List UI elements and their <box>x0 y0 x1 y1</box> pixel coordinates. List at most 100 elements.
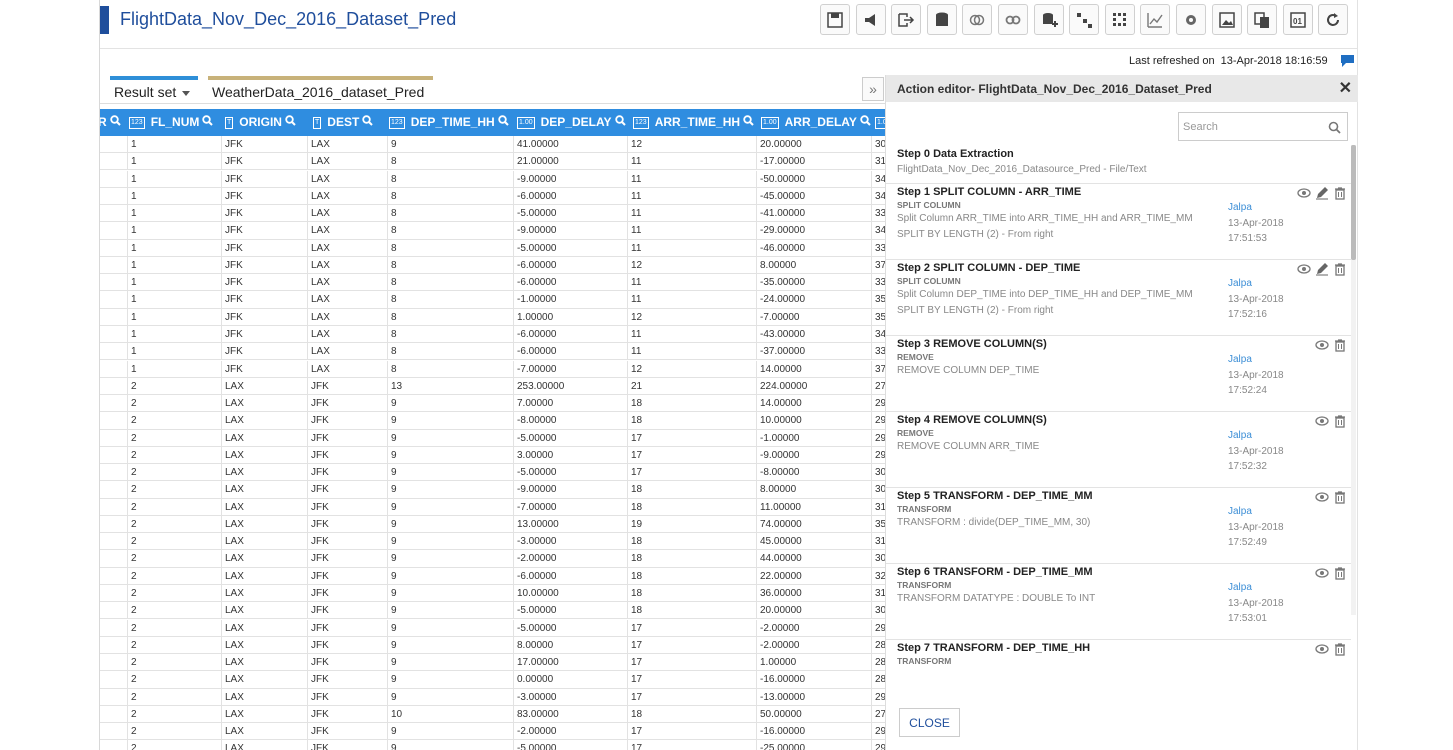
column-header-fl-num[interactable]: 123 FL_NUM <box>129 109 214 136</box>
eye-icon[interactable] <box>1315 566 1329 580</box>
table-cell: JFK <box>221 239 307 257</box>
column-header-dep-delay[interactable]: 1.00 DEP_DELAY <box>517 109 626 136</box>
table-cell: 9 <box>387 671 513 689</box>
table-cell: JFK <box>307 619 387 637</box>
panel-scrollbar[interactable] <box>1351 145 1356 615</box>
eye-icon[interactable] <box>1297 262 1311 276</box>
table-cell: -37.00000 <box>756 343 871 361</box>
trash-icon[interactable] <box>1333 186 1347 200</box>
step-item[interactable]: Step 3 REMOVE COLUMN(S) REMOVE REMOVE COLU… <box>886 335 1351 412</box>
database-button[interactable] <box>926 4 957 35</box>
hierarchy-button[interactable] <box>1069 4 1100 35</box>
close-icon[interactable]: ✕ <box>1339 78 1352 98</box>
table-cell: 74.00000 <box>756 515 871 533</box>
table-cell: 12 <box>627 308 756 326</box>
step-item[interactable]: Step 7 TRANSFORM - DEP_TIME_HH TRANSFORM <box>886 639 1351 670</box>
search-icon[interactable] <box>362 109 374 136</box>
refresh-button[interactable] <box>1318 4 1349 35</box>
table-cell: LAX <box>307 274 387 292</box>
step-item[interactable]: Step 6 TRANSFORM - DEP_TIME_MM TRANSFORM T… <box>886 563 1351 640</box>
expand-panel-button[interactable]: » <box>862 77 884 101</box>
table-cell: 9 <box>387 723 513 741</box>
add-data-button[interactable] <box>1033 4 1064 35</box>
step-category: TRANSFORM <box>897 580 952 590</box>
step-item[interactable]: Step 4 REMOVE COLUMN(S) REMOVE REMOVE COLU… <box>886 411 1351 488</box>
table-cell <box>100 499 127 516</box>
grid-button[interactable] <box>1104 4 1135 35</box>
pencil-icon[interactable] <box>1315 262 1329 276</box>
eye-icon[interactable] <box>1315 490 1329 504</box>
add-data-icon <box>1042 12 1058 27</box>
table-cell: -2.00000 <box>513 550 627 568</box>
table-row: 2LAXJFK1083.000001850.0000027 <box>100 705 885 724</box>
column-header-origin[interactable]: T ORIGIN <box>225 109 296 136</box>
search-icon[interactable] <box>109 109 121 136</box>
link-button[interactable] <box>997 4 1028 35</box>
table-cell: 11 <box>627 325 756 343</box>
svg-text:01: 01 <box>1293 17 1302 26</box>
table-cell: LAX <box>307 256 387 274</box>
column-header-arr-time-hh[interactable]: 123 ARR_TIME_HH <box>633 109 754 136</box>
search-icon[interactable] <box>202 109 214 136</box>
search-icon[interactable] <box>860 109 871 136</box>
table-row: 1JFKLAX8-6.0000011-43.0000034 <box>100 325 885 344</box>
step-item[interactable]: Step 5 TRANSFORM - DEP_TIME_MM TRANSFORM T… <box>886 487 1351 564</box>
eye-icon[interactable] <box>1315 642 1329 656</box>
pencil-icon[interactable] <box>1315 186 1329 200</box>
eye-icon[interactable] <box>1297 186 1311 200</box>
search-icon[interactable] <box>1328 121 1341 134</box>
search-icon[interactable] <box>614 109 626 136</box>
trash-icon[interactable] <box>1333 262 1347 276</box>
binary-button[interactable]: 01 <box>1282 4 1313 35</box>
table-cell <box>100 257 127 274</box>
search-icon[interactable] <box>743 109 754 136</box>
eye-icon[interactable] <box>1315 414 1329 428</box>
step-item[interactable]: Step 2 SPLIT COLUMN - DEP_TIME SPLIT COLU… <box>886 259 1351 336</box>
tab-result-set[interactable]: Result set <box>110 76 198 103</box>
eye-icon[interactable] <box>1315 338 1329 352</box>
column-header-dep-time-hh[interactable]: 123 DEP_TIME_HH <box>389 109 509 136</box>
broadcast-button[interactable] <box>855 4 886 35</box>
table-cell: JFK <box>221 222 307 240</box>
trash-icon[interactable] <box>1333 338 1347 352</box>
table-cell: 29 <box>871 446 885 464</box>
trash-icon[interactable] <box>1333 642 1347 656</box>
table-cell: -6.00000 <box>513 343 627 361</box>
search-icon[interactable] <box>498 109 509 136</box>
image-button[interactable] <box>1211 4 1242 35</box>
trash-icon[interactable] <box>1333 490 1347 504</box>
table-cell: JFK <box>307 705 387 723</box>
table-cell: JFK <box>221 274 307 292</box>
table-cell <box>100 723 127 740</box>
step-date: 13-Apr-2018 <box>1228 218 1284 229</box>
column-header-arr-delay[interactable]: 1.00 ARR_DELAY <box>761 109 871 136</box>
save-button[interactable] <box>820 4 850 35</box>
scrollbar-thumb[interactable] <box>1351 145 1356 260</box>
chevron-down-icon[interactable] <box>182 90 191 96</box>
copy-button[interactable] <box>1247 4 1278 35</box>
table-cell: 9 <box>387 481 513 499</box>
table-cell: LAX <box>221 585 307 603</box>
search-icon[interactable] <box>285 109 296 136</box>
export-button[interactable] <box>891 4 922 35</box>
settings-button[interactable] <box>1175 4 1206 35</box>
column-header-extra[interactable]: 1.00 <box>875 109 885 136</box>
search-input[interactable]: Search <box>1178 112 1348 141</box>
comment-icon[interactable] <box>1340 54 1355 73</box>
chart-button[interactable] <box>1140 4 1171 35</box>
step-item[interactable]: Step 1 SPLIT COLUMN - ARR_TIME SPLIT COLU… <box>886 183 1351 260</box>
merge-button[interactable] <box>962 4 993 35</box>
step-user: Jalpa <box>1228 278 1252 289</box>
step-date: 13-Apr-2018 <box>1228 598 1284 609</box>
tab-weatherdata[interactable]: WeatherData_2016_dataset_Pred <box>208 76 433 103</box>
trash-icon[interactable] <box>1333 414 1347 428</box>
column-header-r[interactable]: R <box>100 109 121 136</box>
trash-icon[interactable] <box>1333 566 1347 580</box>
table-cell: JFK <box>307 688 387 706</box>
table-cell: 2 <box>127 654 221 672</box>
table-cell: -5.00000 <box>513 205 627 223</box>
refresh-label: Last refreshed on <box>1129 55 1215 67</box>
close-button[interactable]: CLOSE <box>899 708 960 737</box>
step-item[interactable]: Step 0 Data Extraction FlightData_Nov_Dec… <box>886 145 1351 184</box>
column-header-dest[interactable]: T DEST <box>313 109 374 136</box>
